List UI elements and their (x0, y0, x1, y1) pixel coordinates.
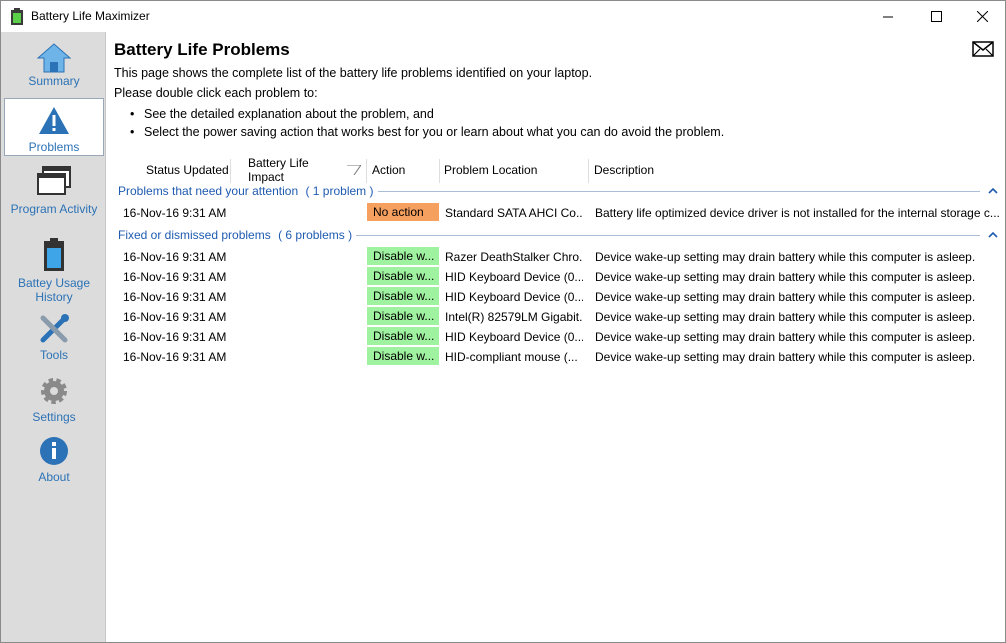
warning-icon (39, 107, 69, 134)
info-icon (40, 437, 68, 465)
column-header-description[interactable]: Description (594, 158, 794, 182)
action-badge: Disable w... (367, 287, 439, 305)
sidebar-item-label: Tools (39, 348, 68, 362)
column-divider[interactable] (366, 159, 367, 183)
home-icon (36, 43, 72, 73)
description-cell: Device wake-up setting may drain battery… (595, 310, 976, 324)
action-badge: No action (367, 203, 439, 221)
problem-location-cell: Standard SATA AHCI Co... (445, 206, 583, 220)
group-label: Fixed or dismissed problems (118, 228, 271, 242)
gear-icon (41, 378, 67, 404)
column-divider[interactable] (439, 159, 440, 183)
collapse-chevron-icon[interactable] (988, 231, 998, 238)
bullet-item: See the detailed explanation about the p… (130, 107, 434, 121)
problem-location-cell: HID Keyboard Device (0... (445, 270, 583, 284)
status-updated-cell: 16-Nov-16 9:31 AM (123, 270, 227, 284)
sidebar-item-label: Problems (28, 140, 80, 154)
sidebar-item-program-activity[interactable]: Program Activity (4, 166, 104, 230)
sidebar-item-label: Summary (28, 74, 80, 88)
battery-app-icon (11, 8, 23, 25)
group-label: Problems that need your attention (118, 184, 299, 198)
problem-location-cell: HID-compliant mouse (... (445, 350, 578, 364)
app-window: Battery Life Maximizer Summary Problems (0, 0, 1006, 643)
column-header-problem-location[interactable]: Problem Location (444, 158, 584, 182)
sidebar-item-label: Program Activity (10, 202, 98, 216)
status-updated-cell: 16-Nov-16 9:31 AM (123, 310, 227, 324)
status-updated-cell: 16-Nov-16 9:31 AM (123, 290, 227, 304)
sidebar-item-summary[interactable]: Summary (4, 42, 104, 98)
sidebar-item-label: About (38, 470, 70, 484)
status-updated-cell: 16-Nov-16 9:31 AM (123, 350, 227, 364)
action-badge: Disable w... (367, 327, 439, 345)
bullet-item: Select the power saving action that work… (130, 125, 724, 139)
close-icon (976, 11, 988, 22)
status-updated-cell: 16-Nov-16 9:31 AM (123, 330, 227, 344)
sidebar-item-battery-usage-history[interactable]: Battey Usage History (4, 238, 104, 304)
action-badge: Disable w... (367, 307, 439, 325)
sidebar-item-about[interactable]: About (4, 436, 104, 486)
instruction-text: Please double click each problem to: (114, 86, 318, 100)
sidebar-item-tools[interactable]: Tools (4, 314, 104, 364)
group-header-fixed-dismissed[interactable]: Fixed or dismissed problems ( 6 problems… (118, 228, 357, 242)
sidebar-item-label: Battey Usage History (17, 276, 91, 304)
sidebar-item-problems[interactable]: Problems (4, 98, 104, 156)
column-header-status-updated[interactable]: Status Updated (146, 158, 230, 182)
minimize-icon (883, 16, 893, 17)
tools-icon (40, 314, 69, 343)
action-badge: Disable w... (367, 247, 439, 265)
window-title: Battery Life Maximizer (31, 9, 150, 23)
group-header-attention[interactable]: Problems that need your attention ( 1 pr… (118, 184, 378, 198)
minimize-button[interactable] (865, 1, 911, 32)
status-updated-cell: 16-Nov-16 9:31 AM (123, 206, 227, 220)
group-count: ( 6 problems ) (278, 228, 353, 242)
description-cell: Battery life optimized device driver is … (595, 206, 1000, 220)
description-cell: Device wake-up setting may drain battery… (595, 330, 976, 344)
title-bar: Battery Life Maximizer (1, 1, 1005, 32)
main-content: Battery Life Problems This page shows th… (106, 32, 1005, 642)
column-header-battery-life-impact[interactable]: Battery Life Impact (248, 156, 348, 184)
mail-icon[interactable] (972, 41, 994, 57)
close-button[interactable] (959, 1, 1005, 32)
column-divider[interactable] (230, 159, 231, 183)
sort-indicator-icon (347, 165, 361, 175)
intro-text: This page shows the complete list of the… (114, 66, 593, 80)
sidebar: Summary Problems Program Activity Battey… (1, 32, 106, 642)
windows-stack-icon (37, 166, 71, 195)
collapse-chevron-icon[interactable] (988, 187, 998, 194)
battery-icon (44, 238, 64, 271)
problem-location-cell: HID Keyboard Device (0... (445, 290, 583, 304)
sidebar-item-label: Settings (32, 410, 76, 424)
problem-location-cell: Razer DeathStalker Chro... (445, 250, 583, 264)
problem-location-cell: HID Keyboard Device (0... (445, 330, 583, 344)
status-updated-cell: 16-Nov-16 9:31 AM (123, 250, 227, 264)
maximize-icon (930, 11, 942, 22)
description-cell: Device wake-up setting may drain battery… (595, 270, 976, 284)
column-divider[interactable] (588, 159, 589, 183)
sidebar-item-settings[interactable]: Settings (4, 376, 104, 426)
group-count: ( 1 problem ) (305, 184, 374, 198)
problem-location-cell: Intel(R) 82579LM Gigabit... (445, 310, 583, 324)
action-badge: Disable w... (367, 347, 439, 365)
action-badge: Disable w... (367, 267, 439, 285)
maximize-button[interactable] (913, 1, 959, 32)
page-title: Battery Life Problems (114, 40, 290, 59)
description-cell: Device wake-up setting may drain battery… (595, 250, 976, 264)
column-header-action[interactable]: Action (372, 158, 432, 182)
description-cell: Device wake-up setting may drain battery… (595, 290, 976, 304)
description-cell: Device wake-up setting may drain battery… (595, 350, 976, 364)
